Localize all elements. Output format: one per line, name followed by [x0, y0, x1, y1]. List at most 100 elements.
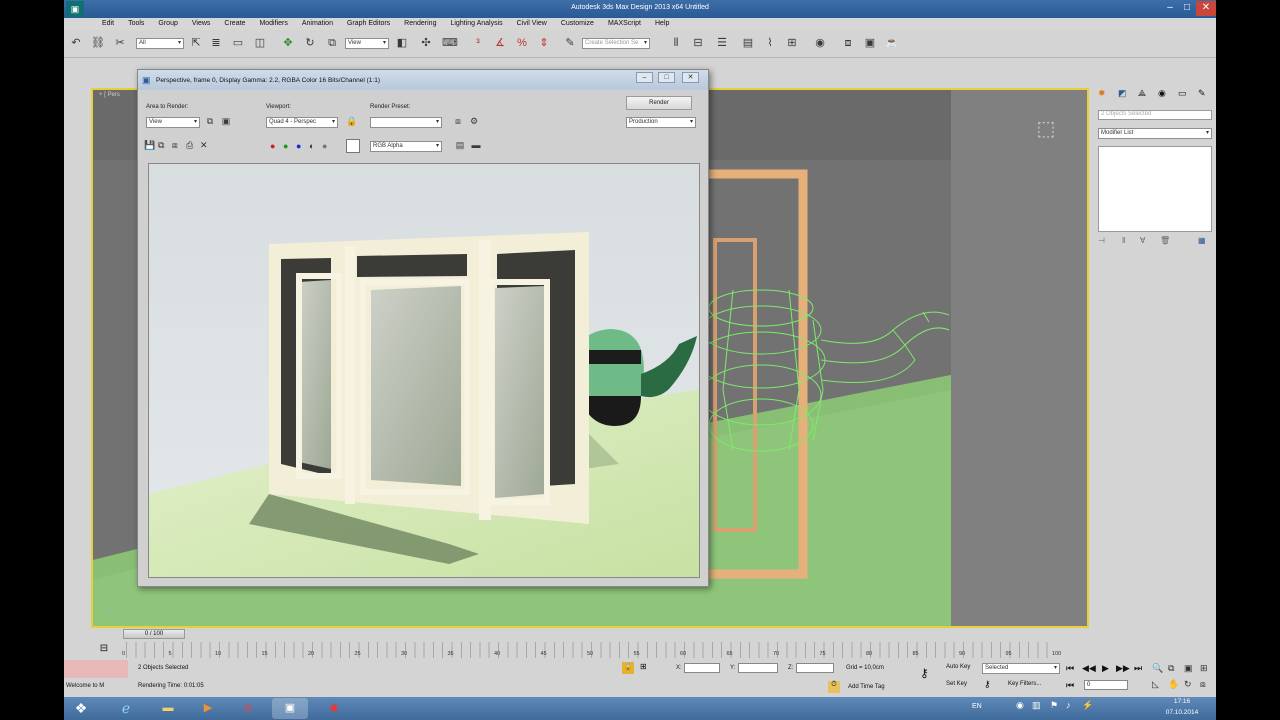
current-frame-field[interactable]: 0 — [1084, 680, 1128, 690]
menu-rendering[interactable]: Rendering — [404, 18, 436, 27]
viewcube-icon[interactable]: ⬚ — [1029, 116, 1063, 142]
copy-image-icon[interactable]: ⧉ — [158, 140, 164, 151]
red-channel-icon[interactable]: ● — [270, 141, 275, 151]
render-setup-icon[interactable]: ⧈ — [840, 35, 856, 51]
zoom-icon[interactable]: 🔍 — [1152, 663, 1163, 674]
close-icon[interactable]: ✕ — [1196, 1, 1216, 16]
toggle-ui-icon[interactable]: ▬ — [470, 139, 482, 151]
alpha-channel-icon[interactable]: ◐ — [309, 141, 314, 151]
track-bar[interactable]: ⊟ 0 5 10 15 20 25 30 35 40 45 50 55 60 65 70 75 80 85 90 95… — [64, 640, 1216, 660]
menu-help[interactable]: Help — [655, 18, 669, 27]
selection-lock-icon[interactable]: 🔒 — [622, 662, 634, 674]
show-end-result-icon[interactable]: ‖ — [1122, 236, 1125, 245]
auto-key-button[interactable]: Auto Key — [946, 664, 982, 674]
minimize-icon[interactable]: – — [1162, 1, 1178, 16]
start-button-icon[interactable]: ❖ — [64, 698, 98, 719]
layer-manager-icon[interactable]: ☰ — [714, 35, 730, 51]
render-production-icon[interactable]: ☕ — [884, 35, 900, 51]
render-preset-dropdown[interactable] — [370, 117, 442, 128]
menu-customize[interactable]: Customize — [561, 18, 594, 27]
mirror-icon[interactable]: ⫴ — [668, 35, 684, 51]
pan-icon[interactable]: ✋ — [1168, 679, 1179, 690]
rectangle-region-icon[interactable]: ▭ — [230, 35, 246, 51]
motion-tab-icon[interactable]: ◉ — [1158, 88, 1166, 99]
render-setup-small-icon[interactable]: ⧈ — [452, 115, 464, 127]
environment-icon[interactable]: ⚙ — [468, 115, 480, 127]
graphite-toolbar-icon[interactable]: ▤ — [740, 35, 756, 51]
select-manipulate-icon[interactable]: ✣ — [418, 35, 434, 51]
tray-volume-icon[interactable]: ♪ — [1066, 700, 1071, 710]
auto-region-icon[interactable]: ▣ — [220, 115, 232, 127]
tray-power-icon[interactable]: ⚡ — [1082, 700, 1093, 711]
menu-maxscript[interactable]: MAXScript — [608, 18, 641, 27]
blue-channel-icon[interactable]: ● — [296, 141, 301, 151]
window-crossing-icon[interactable]: ◫ — [252, 35, 268, 51]
remove-modifier-icon[interactable]: 🗑 — [1160, 236, 1170, 245]
make-unique-icon[interactable]: ∀ — [1140, 236, 1145, 245]
render-close-icon[interactable]: ✕ — [682, 72, 699, 83]
select-by-name-icon[interactable]: ≣ — [208, 35, 224, 51]
field-of-view-icon[interactable]: ◺ — [1152, 679, 1159, 690]
tray-flag-icon[interactable]: ⚑ — [1050, 700, 1058, 711]
recorder-icon[interactable]: ◉ — [316, 698, 352, 719]
clear-image-icon[interactable]: ✕ — [200, 140, 208, 151]
set-key-icon[interactable]: ⚷ — [984, 679, 996, 691]
pin-stack-icon[interactable]: ⊣ — [1098, 236, 1105, 245]
key-mode-toggle-icon[interactable]: ⏮ — [1066, 680, 1082, 692]
selection-filter-dropdown[interactable]: All — [136, 38, 184, 49]
time-tag-icon[interactable]: ⏱ — [828, 681, 840, 693]
menu-animation[interactable]: Animation — [302, 18, 333, 27]
production-dropdown[interactable]: Production — [626, 117, 696, 128]
menu-create[interactable]: Create — [224, 18, 245, 27]
menu-modifiers[interactable]: Modifiers — [259, 18, 287, 27]
modifier-stack[interactable] — [1098, 146, 1212, 232]
media-player-icon[interactable]: ▶ — [190, 698, 226, 719]
absolute-mode-icon[interactable]: ⊞ — [640, 662, 654, 674]
menu-tools[interactable]: Tools — [128, 18, 144, 27]
rendered-frame-window-icon[interactable]: ▣ — [862, 35, 878, 51]
menu-lighting-analysis[interactable]: Lighting Analysis — [450, 18, 502, 27]
time-slider-thumb[interactable]: 0 / 100 — [123, 629, 185, 639]
select-object-icon[interactable]: ⇱ — [188, 35, 204, 51]
render-button[interactable]: Render — [626, 96, 692, 110]
mini-curve-editor-icon[interactable]: ⊟ — [94, 641, 114, 657]
modify-tab-icon[interactable]: ◩ — [1118, 88, 1127, 99]
align-icon[interactable]: ⊟ — [690, 35, 706, 51]
snaps-toggle-icon[interactable]: ³ — [470, 35, 486, 51]
pivot-center-icon[interactable]: ◧ — [394, 35, 410, 51]
goto-start-icon[interactable]: ⏮ — [1066, 663, 1074, 674]
move-icon[interactable]: ✥ — [280, 35, 296, 51]
utilities-tab-icon[interactable]: ✎ — [1198, 88, 1206, 99]
z-coordinate-field[interactable] — [796, 663, 834, 673]
previous-frame-icon[interactable]: ◀◀ — [1082, 663, 1096, 674]
key-selection-dropdown[interactable]: Selected — [982, 663, 1060, 674]
time-slider[interactable]: 0 / 100 — [91, 628, 1089, 640]
play-icon[interactable]: ▶ — [1102, 663, 1109, 674]
swatch-box[interactable] — [346, 139, 360, 153]
curve-editor-icon[interactable]: ⌇ — [762, 35, 778, 51]
configure-modifier-icon[interactable]: ▦ — [1198, 236, 1206, 245]
reference-coordinate-dropdown[interactable]: View — [345, 38, 389, 49]
named-selection-dropdown[interactable]: Create Selection Se — [582, 38, 650, 49]
maximize-icon[interactable]: □ — [1179, 1, 1195, 16]
zoom-extents-all-icon[interactable]: ⊞ — [1200, 663, 1208, 674]
orbit-icon[interactable]: ↻ — [1184, 679, 1192, 690]
edit-region-icon[interactable]: ⧉ — [204, 115, 216, 127]
viewport-dropdown[interactable]: Quad 4 - Perspec — [266, 117, 338, 128]
render-minimize-icon[interactable]: – — [636, 72, 653, 83]
explorer-folder-icon[interactable]: ▬ — [150, 698, 186, 719]
menu-views[interactable]: Views — [192, 18, 211, 27]
menu-group[interactable]: Group — [158, 18, 177, 27]
clock-time[interactable]: 17:16 — [1154, 698, 1210, 705]
modifier-list-dropdown[interactable]: Modifier List — [1098, 128, 1212, 139]
scale-icon[interactable]: ⧉ — [324, 35, 340, 51]
tray-network-icon[interactable]: ▥ — [1032, 700, 1041, 711]
keyboard-shortcut-icon[interactable]: ⌨ — [442, 35, 458, 51]
maximize-viewport-icon[interactable]: ⧈ — [1200, 679, 1206, 690]
zoom-extents-icon[interactable]: ▣ — [1184, 663, 1193, 674]
key-mode-icon[interactable]: ⚷ — [920, 666, 938, 680]
save-image-icon[interactable]: 💾 — [144, 140, 155, 151]
hierarchy-tab-icon[interactable]: ⟁ — [1138, 88, 1146, 99]
area-to-render-dropdown[interactable]: View — [146, 117, 200, 128]
add-time-tag[interactable]: Add Time Tag — [846, 682, 916, 693]
